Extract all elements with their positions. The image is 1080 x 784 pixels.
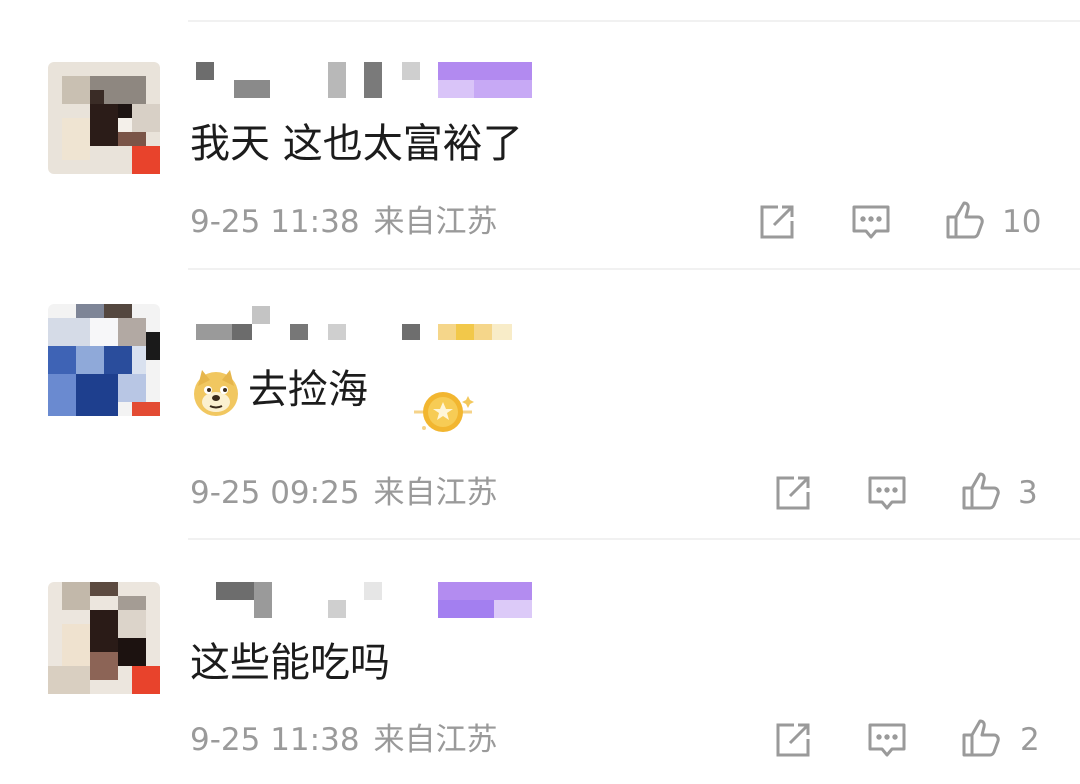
share-icon[interactable]: [756, 201, 798, 243]
comment-text: 这些能吃吗: [190, 640, 390, 686]
comment-item: 我天 这也太富裕了 9-25 11:38 来自江苏 10: [0, 0, 1080, 270]
like-count: 10: [1002, 204, 1042, 240]
avatar[interactable]: [48, 582, 160, 694]
comment-icon[interactable]: [866, 472, 908, 514]
thumbs-up-icon[interactable]: [960, 470, 1002, 512]
comment-meta: 9-25 11:38 来自江苏: [190, 202, 498, 242]
comment-date: 9-25 11:38: [190, 204, 360, 240]
comment-meta: 9-25 11:38 来自江苏: [190, 720, 498, 760]
comment-location: 来自江苏: [373, 475, 498, 511]
username-mosaic[interactable]: [196, 582, 536, 622]
share-icon[interactable]: [772, 719, 814, 761]
comment-item: 去捡海 9-25 09:25 来自江苏 3: [0, 270, 1080, 540]
like-count: 2: [1020, 722, 1040, 758]
comment-item: 这些能吃吗 9-25 11:38 来自江苏 2: [0, 540, 1080, 784]
comment-icon[interactable]: [850, 201, 892, 243]
comment-text: 我天 这也太富裕了: [190, 121, 523, 167]
avatar[interactable]: [48, 304, 160, 416]
comment-location: 来自江苏: [373, 204, 498, 240]
comment-date: 9-25 11:38: [190, 722, 360, 758]
avatar[interactable]: [48, 62, 160, 174]
comment-text: 去捡海: [190, 364, 368, 418]
share-icon[interactable]: [772, 472, 814, 514]
comment-meta: 9-25 09:25 来自江苏: [190, 473, 498, 513]
comment-date: 9-25 09:25: [190, 475, 360, 511]
doge-emoji-icon: [194, 370, 238, 416]
username-mosaic[interactable]: [196, 62, 536, 102]
comment-icon[interactable]: [866, 719, 908, 761]
like-count: 3: [1018, 475, 1038, 511]
comment-text-content: 去捡海: [248, 367, 368, 413]
username-mosaic[interactable]: [196, 302, 516, 342]
comment-location: 来自江苏: [373, 722, 498, 758]
thumbs-up-icon[interactable]: [960, 717, 1002, 759]
badge-icon: [414, 392, 474, 432]
thumbs-up-icon[interactable]: [944, 199, 986, 241]
